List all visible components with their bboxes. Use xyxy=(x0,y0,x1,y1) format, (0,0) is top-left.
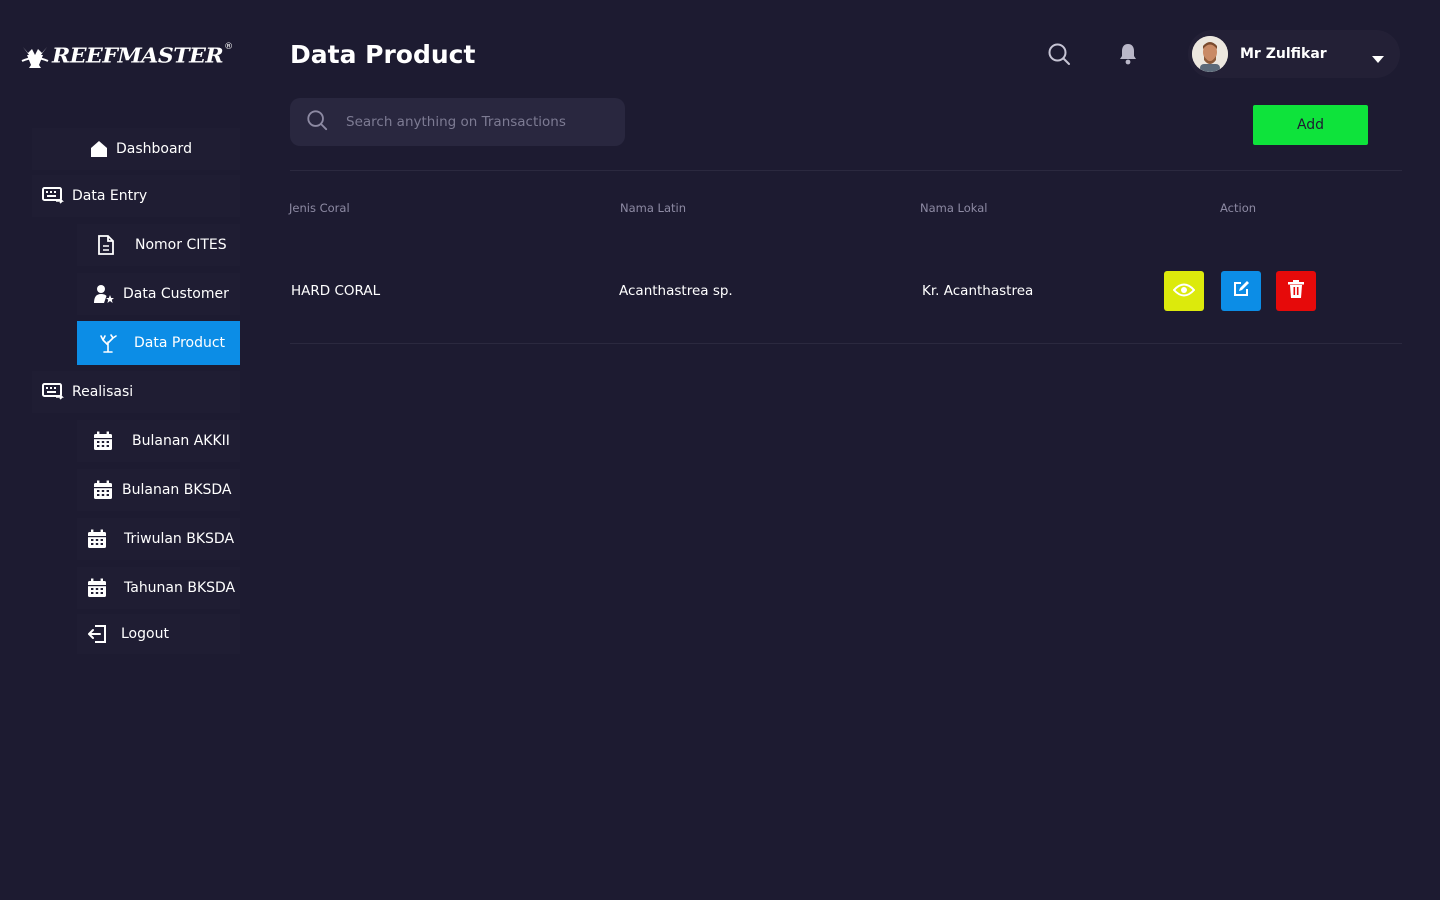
sidebar-item-data-product[interactable]: Data Product xyxy=(77,321,240,365)
cell-jenis-coral: HARD CORAL xyxy=(291,283,381,299)
sidebar-item-label: Tahunan BKSDA xyxy=(124,580,236,596)
sidebar-item-label: Data Product xyxy=(134,335,226,351)
home-icon xyxy=(88,138,110,160)
calendar-icon xyxy=(92,479,114,501)
edit-button[interactable] xyxy=(1221,271,1261,311)
keyboard-icon xyxy=(42,185,64,207)
search-input[interactable] xyxy=(344,113,604,131)
column-header-nama-latin: Nama Latin xyxy=(620,201,687,215)
sidebar-item-label: Logout xyxy=(121,626,169,642)
sidebar-item-label: Realisasi xyxy=(72,384,134,400)
column-header-action: Action xyxy=(1220,201,1257,215)
sidebar-item-data-entry[interactable]: Data Entry xyxy=(32,175,240,217)
sidebar-item-bulanan-bksda[interactable]: Bulanan BKSDA xyxy=(77,469,240,511)
view-button[interactable] xyxy=(1164,271,1204,311)
brand-name: REEFMASTER xyxy=(52,43,224,69)
table-top-divider xyxy=(290,170,1402,171)
add-button[interactable]: Add xyxy=(1253,105,1368,145)
sidebar-item-label: Dashboard xyxy=(116,141,192,157)
sidebar-item-bulanan-akkii[interactable]: Bulanan AKKII xyxy=(77,420,240,462)
document-icon xyxy=(95,234,117,256)
sidebar-item-label: Data Entry xyxy=(72,188,148,204)
search-icon xyxy=(306,109,328,135)
cell-nama-latin: Acanthastrea sp. xyxy=(619,283,733,299)
edit-icon xyxy=(1232,280,1250,302)
sidebar-item-label: Bulanan BKSDA xyxy=(122,482,232,498)
sidebar-item-logout[interactable]: Logout xyxy=(77,614,240,654)
page-title: Data Product xyxy=(290,40,476,69)
table-row-divider xyxy=(290,343,1402,344)
bell-icon[interactable] xyxy=(1115,41,1141,67)
user-star-icon xyxy=(93,283,115,305)
column-header-nama-lokal: Nama Lokal xyxy=(920,201,988,215)
sidebar-item-label: Triwulan BKSDA xyxy=(124,531,235,547)
caret-down-icon[interactable] xyxy=(1372,49,1384,68)
calendar-icon xyxy=(92,430,114,452)
sidebar-item-label: Nomor CITES xyxy=(135,237,227,253)
logout-icon xyxy=(86,623,108,645)
trident-icon xyxy=(21,47,49,68)
user-menu[interactable]: Mr Zulfikar xyxy=(1188,30,1400,78)
registered-mark: ® xyxy=(224,42,234,52)
cell-nama-lokal: Kr. Acanthastrea xyxy=(922,283,1034,299)
keyboard-icon xyxy=(42,381,64,403)
avatar xyxy=(1192,36,1228,72)
delete-button[interactable] xyxy=(1276,271,1316,311)
brand-logo[interactable]: REEFMASTER ® xyxy=(20,40,242,72)
user-name: Mr Zulfikar xyxy=(1240,46,1327,62)
coral-icon xyxy=(97,332,119,354)
sidebar-item-dashboard[interactable]: Dashboard xyxy=(32,128,240,170)
sidebar-item-nomor-cites[interactable]: Nomor CITES xyxy=(77,224,240,266)
sidebar-item-label: Bulanan AKKII xyxy=(132,433,230,449)
search-icon[interactable] xyxy=(1046,41,1072,67)
trash-icon xyxy=(1288,280,1304,302)
search-box[interactable] xyxy=(290,98,625,146)
sidebar-item-realisasi[interactable]: Realisasi xyxy=(32,371,240,413)
eye-icon xyxy=(1172,282,1196,301)
sidebar-item-tahunan-bksda[interactable]: Tahunan BKSDA xyxy=(77,567,240,609)
calendar-icon xyxy=(86,528,108,550)
sidebar-item-triwulan-bksda[interactable]: Triwulan BKSDA xyxy=(77,518,240,560)
column-header-jenis-coral: Jenis Coral xyxy=(289,201,350,215)
sidebar-item-label: Data Customer xyxy=(123,286,229,302)
calendar-icon xyxy=(86,577,108,599)
sidebar-item-data-customer[interactable]: Data Customer xyxy=(77,273,240,315)
